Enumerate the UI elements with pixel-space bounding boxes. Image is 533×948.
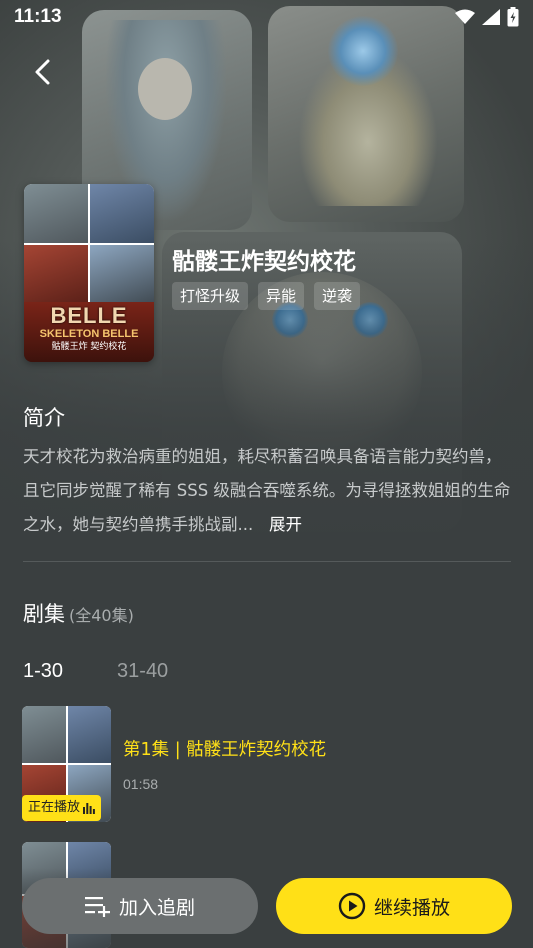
cover-logo-line1: BELLE [50, 303, 128, 328]
drama-tags: 打怪升级 异能 逆袭 [172, 282, 361, 310]
episode-range-tabs: 1-30 31-40 [23, 660, 168, 683]
add-to-watchlist-button[interactable]: 加入追剧 [22, 878, 258, 934]
wifi-icon [455, 9, 475, 24]
intro-heading: 简介 [23, 406, 65, 430]
episodes-heading: 剧集 (全40集) [23, 598, 134, 628]
back-button[interactable] [26, 56, 58, 88]
cover-art-tile [24, 184, 88, 243]
now-playing-label: 正在播放 [28, 800, 81, 815]
signal-icon [482, 9, 500, 25]
tag[interactable]: 逆袭 [314, 282, 361, 310]
cover-logo-line3: 骷髅王炸 契约校花 [51, 342, 127, 352]
status-time: 11:13 [14, 6, 62, 27]
episode-title: 第1集 | 骷髅王炸契约校花 [123, 740, 327, 760]
bottom-action-bar: 加入追剧 继续播放 [0, 868, 533, 948]
episode-item[interactable]: 正在播放 第1集 | 骷髅王炸契约校花 01:58 [22, 706, 512, 822]
tab-range-1-30[interactable]: 1-30 [23, 660, 63, 683]
drama-title: 骷髅王炸契约校花 [172, 249, 356, 275]
continue-play-label: 继续播放 [373, 896, 450, 919]
cover-art-tile [90, 184, 154, 243]
hero-face [138, 58, 192, 120]
playlist-add-icon [84, 897, 110, 917]
status-icons [455, 7, 519, 27]
divider [23, 561, 511, 562]
cover-logo-line2: SKELETON BELLE [39, 328, 139, 340]
cover-art [24, 184, 154, 304]
add-to-watchlist-label: 加入追剧 [118, 896, 195, 919]
battery-icon [507, 7, 519, 27]
drama-cover: BELLE SKELETON BELLE 骷髅王炸 契约校花 [24, 184, 154, 362]
cover-logo: BELLE SKELETON BELLE 骷髅王炸 契约校花 [24, 302, 154, 362]
thumb-tile [22, 706, 66, 763]
equalizer-icon [83, 803, 95, 814]
chevron-left-icon [35, 59, 50, 85]
status-bar: 11:13 [0, 0, 533, 34]
cover-art-tile [24, 245, 88, 304]
cover-art-tile [90, 245, 154, 304]
episodes-count: (全40集) [69, 606, 134, 625]
intro-text: 天才校花为救治病重的姐姐，耗尽积蓄召唤具备语言能力契约兽，且它同步觉醒了稀有 S… [23, 440, 513, 542]
episodes-heading-label: 剧集 [23, 602, 65, 626]
intro-body: 天才校花为救治病重的姐姐，耗尽积蓄召唤具备语言能力契约兽，且它同步觉醒了稀有 S… [23, 447, 511, 534]
now-playing-badge: 正在播放 [22, 795, 102, 821]
tag[interactable]: 打怪升级 [172, 282, 249, 310]
hero-panel-knight [268, 6, 464, 222]
thumb-tile [67, 706, 111, 763]
expand-button[interactable]: 展开 [269, 515, 302, 534]
play-circle-icon [338, 892, 366, 920]
episode-duration: 01:58 [123, 776, 159, 792]
continue-play-button[interactable]: 继续播放 [276, 878, 512, 934]
tag[interactable]: 异能 [258, 282, 305, 310]
tab-range-31-40[interactable]: 31-40 [117, 660, 168, 683]
